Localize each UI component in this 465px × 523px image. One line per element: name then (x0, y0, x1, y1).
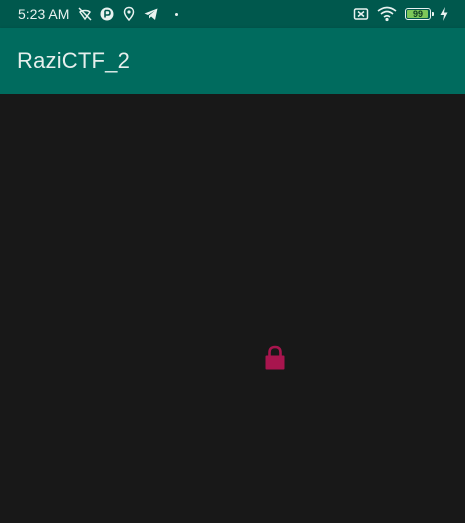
app-bar: RaziCTF_2 (0, 28, 465, 94)
app-screen: 5:23 AM 99 RaziCTF_2 (0, 0, 465, 523)
charging-bolt-icon (439, 6, 449, 22)
telegram-icon (143, 6, 159, 22)
lock-button[interactable] (262, 344, 288, 372)
status-bar-left: 5:23 AM (18, 0, 179, 28)
wifi-off-icon (77, 6, 93, 22)
lock-icon (265, 345, 285, 370)
notification-dot-icon (175, 12, 179, 16)
battery-level: 99 (412, 8, 423, 19)
data-saver-icon (99, 6, 115, 22)
sim-disabled-icon (353, 6, 369, 22)
main-content (0, 94, 465, 523)
wifi-icon (377, 6, 397, 22)
status-bar-right: 99 (353, 0, 449, 28)
app-title: RaziCTF_2 (17, 48, 131, 73)
location-icon (121, 6, 137, 22)
status-time: 5:23 AM (18, 6, 70, 22)
battery-icon: 99 (405, 8, 434, 20)
status-bar: 5:23 AM 99 (0, 0, 465, 28)
